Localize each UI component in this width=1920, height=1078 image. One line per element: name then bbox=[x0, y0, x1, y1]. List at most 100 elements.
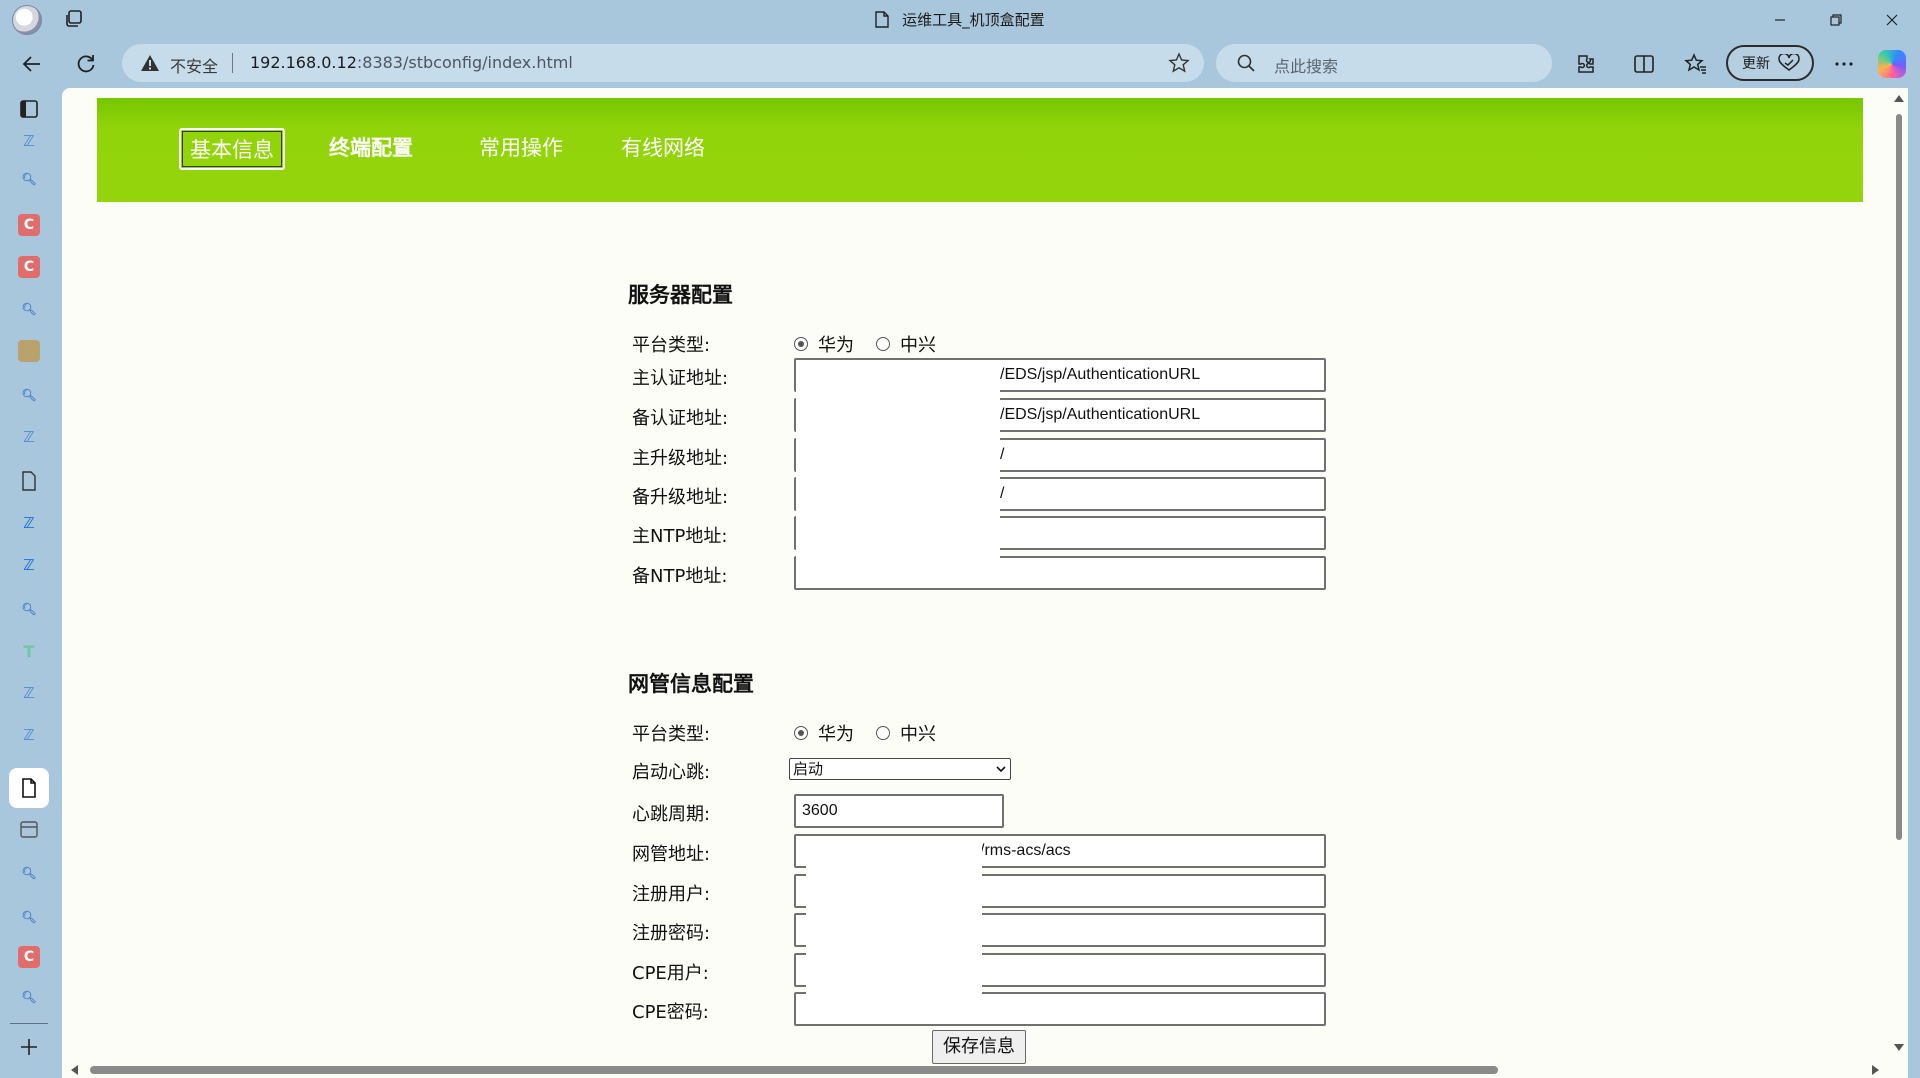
window-title-text: 运维工具_机顶盒配置 bbox=[902, 11, 1045, 29]
nms-config-title: 网管信息配置 bbox=[628, 672, 754, 696]
refresh-button[interactable] bbox=[68, 48, 104, 80]
redaction-box-server bbox=[796, 360, 1000, 558]
tab-search-icon-6[interactable]: 🔍︎ bbox=[18, 906, 40, 928]
tab-favicon-2[interactable]: ℤ bbox=[18, 426, 40, 448]
search-placeholder: 点此搜索 bbox=[1274, 57, 1339, 76]
heartbeat-label: 启动心跳: bbox=[632, 762, 711, 783]
vertical-scrollbar[interactable] bbox=[1890, 88, 1908, 1078]
browser-toolbar: 不安全 192.168.0.12:8383/stbconfig/index.ht… bbox=[0, 40, 1920, 88]
back-button[interactable] bbox=[14, 48, 50, 80]
tab-search-icon-5[interactable]: 🔍︎ bbox=[18, 862, 40, 884]
heartbeat-selected-value: 启动 bbox=[793, 760, 824, 778]
backup-ntp-input[interactable] bbox=[794, 556, 1326, 590]
nms-platform-radios: 华为 中兴 bbox=[794, 720, 958, 746]
server-platform-radios: 华为 中兴 bbox=[794, 331, 958, 357]
tab-favicon-3[interactable]: ℤ bbox=[18, 512, 40, 534]
update-button[interactable]: 更新 bbox=[1726, 45, 1814, 81]
heartbeat-period-value: 3600 bbox=[802, 802, 838, 819]
primary-upgrade-value: / bbox=[1000, 446, 1005, 463]
tab-favicon-image[interactable] bbox=[18, 340, 40, 362]
tab-favicon-t[interactable]: T bbox=[18, 640, 40, 662]
page-viewport: 基本信息 终端配置 常用操作 有线网络 服务器配置 平台类型: 华为 中兴 主认… bbox=[62, 88, 1908, 1078]
tab-wired-network[interactable]: 有线网络 bbox=[613, 128, 713, 170]
cpe-password-label: CPE密码: bbox=[632, 1002, 709, 1023]
tab-terminal-config[interactable]: 终端配置 bbox=[311, 128, 431, 170]
warning-icon[interactable] bbox=[140, 53, 160, 73]
save-info-button[interactable]: 保存信息 bbox=[932, 1030, 1026, 1064]
backup-auth-label: 备认证地址: bbox=[632, 408, 729, 429]
search-box[interactable]: 点此搜索 bbox=[1216, 44, 1552, 82]
close-button[interactable] bbox=[1864, 0, 1920, 40]
nms-platform-zte-label: 中兴 bbox=[900, 724, 936, 745]
vertical-scroll-thumb[interactable] bbox=[1896, 114, 1902, 840]
tab-search-icon-4[interactable]: 🔍︎ bbox=[18, 598, 40, 620]
favorite-star-icon[interactable] bbox=[1168, 52, 1190, 74]
tab-search-icon-7[interactable]: 🔍︎ bbox=[18, 986, 40, 1008]
close-icon bbox=[1886, 14, 1898, 26]
heartbeat-select[interactable]: 启动 bbox=[789, 758, 1011, 780]
nav-bar: 基本信息 终端配置 常用操作 有线网络 bbox=[97, 98, 1863, 202]
extensions-icon[interactable] bbox=[1574, 52, 1598, 76]
search-icon bbox=[1237, 54, 1255, 72]
tab-favicon-1[interactable]: ℤ bbox=[18, 130, 40, 152]
nms-platform-label: 平台类型: bbox=[632, 724, 711, 745]
register-user-label: 注册用户: bbox=[632, 884, 711, 905]
tab-panel-icon[interactable] bbox=[18, 98, 40, 120]
restore-button[interactable] bbox=[1808, 0, 1864, 40]
scroll-down-arrow-icon[interactable] bbox=[1894, 1044, 1904, 1052]
backup-upgrade-label: 备升级地址: bbox=[632, 487, 729, 508]
vertical-tab-sidebar: ℤ 🔍︎ C C 🔍︎ 🔍︎ ℤ ℤ ℤ 🔍︎ T ℤ ℤ 🔍︎ 🔍︎ C 🔍︎ bbox=[0, 88, 58, 1078]
server-platform-zte-radio[interactable] bbox=[876, 337, 890, 351]
tab-favicon-c-2[interactable]: C bbox=[18, 256, 40, 278]
server-platform-huawei-radio[interactable] bbox=[794, 337, 808, 351]
nms-address-label: 网管地址: bbox=[632, 844, 711, 865]
tab-favicon-c-1[interactable]: C bbox=[18, 214, 40, 236]
nms-platform-zte-radio[interactable] bbox=[876, 726, 890, 740]
tab-actions-icon[interactable] bbox=[64, 9, 84, 29]
url-text[interactable]: 192.168.0.12:8383/stbconfig/index.html bbox=[250, 53, 573, 72]
new-tab-plus-icon[interactable] bbox=[18, 1036, 40, 1058]
split-screen-icon[interactable] bbox=[1632, 52, 1656, 76]
backup-ntp-label: 备NTP地址: bbox=[632, 566, 728, 587]
horizontal-scrollbar[interactable] bbox=[62, 1060, 1890, 1078]
restore-icon bbox=[1830, 14, 1842, 26]
scroll-right-arrow-icon[interactable] bbox=[1872, 1065, 1880, 1075]
security-label[interactable]: 不安全 bbox=[170, 53, 218, 77]
favorites-icon[interactable] bbox=[1684, 52, 1708, 76]
tab-favicon-5[interactable]: ℤ bbox=[18, 682, 40, 704]
scroll-up-arrow-icon[interactable] bbox=[1894, 94, 1904, 102]
cpe-user-label: CPE用户: bbox=[632, 963, 709, 984]
tab-document-icon-active[interactable] bbox=[18, 777, 40, 799]
scroll-left-arrow-icon[interactable] bbox=[70, 1065, 78, 1075]
tab-calendar-icon[interactable] bbox=[18, 818, 40, 840]
address-bar[interactable]: 不安全 192.168.0.12:8383/stbconfig/index.ht… bbox=[122, 44, 1204, 82]
tab-search-icon-3[interactable]: 🔍︎ bbox=[18, 384, 40, 406]
tab-favicon-6[interactable]: ℤ bbox=[18, 724, 40, 746]
register-password-label: 注册密码: bbox=[632, 923, 711, 944]
update-heart-icon bbox=[1778, 54, 1800, 71]
minimize-button[interactable] bbox=[1752, 0, 1808, 40]
heartbeat-period-label: 心跳周期: bbox=[632, 804, 711, 825]
server-platform-label: 平台类型: bbox=[632, 335, 711, 356]
title-bar: 运维工具_机顶盒配置 bbox=[0, 0, 1920, 40]
horizontal-scroll-thumb[interactable] bbox=[90, 1066, 1498, 1074]
tab-common-operations[interactable]: 常用操作 bbox=[471, 128, 571, 170]
tab-document-icon-1[interactable] bbox=[18, 470, 40, 492]
heartbeat-period-input[interactable]: 3600 bbox=[794, 794, 1004, 828]
profile-avatar[interactable] bbox=[12, 5, 42, 35]
tab-search-icon-2[interactable]: 🔍︎ bbox=[18, 298, 40, 320]
more-options-icon[interactable] bbox=[1832, 52, 1856, 76]
tab-favicon-4[interactable]: ℤ bbox=[18, 554, 40, 576]
page-icon bbox=[875, 11, 890, 28]
copilot-icon[interactable] bbox=[1878, 50, 1906, 78]
primary-ntp-label: 主NTP地址: bbox=[632, 526, 728, 547]
chevron-down-icon bbox=[996, 766, 1006, 773]
tab-favicon-c-3[interactable]: C bbox=[18, 946, 40, 968]
primary-upgrade-label: 主升级地址: bbox=[632, 448, 729, 469]
nms-platform-huawei-radio[interactable] bbox=[794, 726, 808, 740]
tab-basic-info[interactable]: 基本信息 bbox=[179, 128, 285, 170]
tab-search-icon-1[interactable]: 🔍︎ bbox=[18, 168, 40, 190]
refresh-icon bbox=[77, 55, 95, 73]
nms-address-value: /rms-acs/acs bbox=[980, 842, 1071, 859]
minimize-icon bbox=[1775, 19, 1785, 21]
